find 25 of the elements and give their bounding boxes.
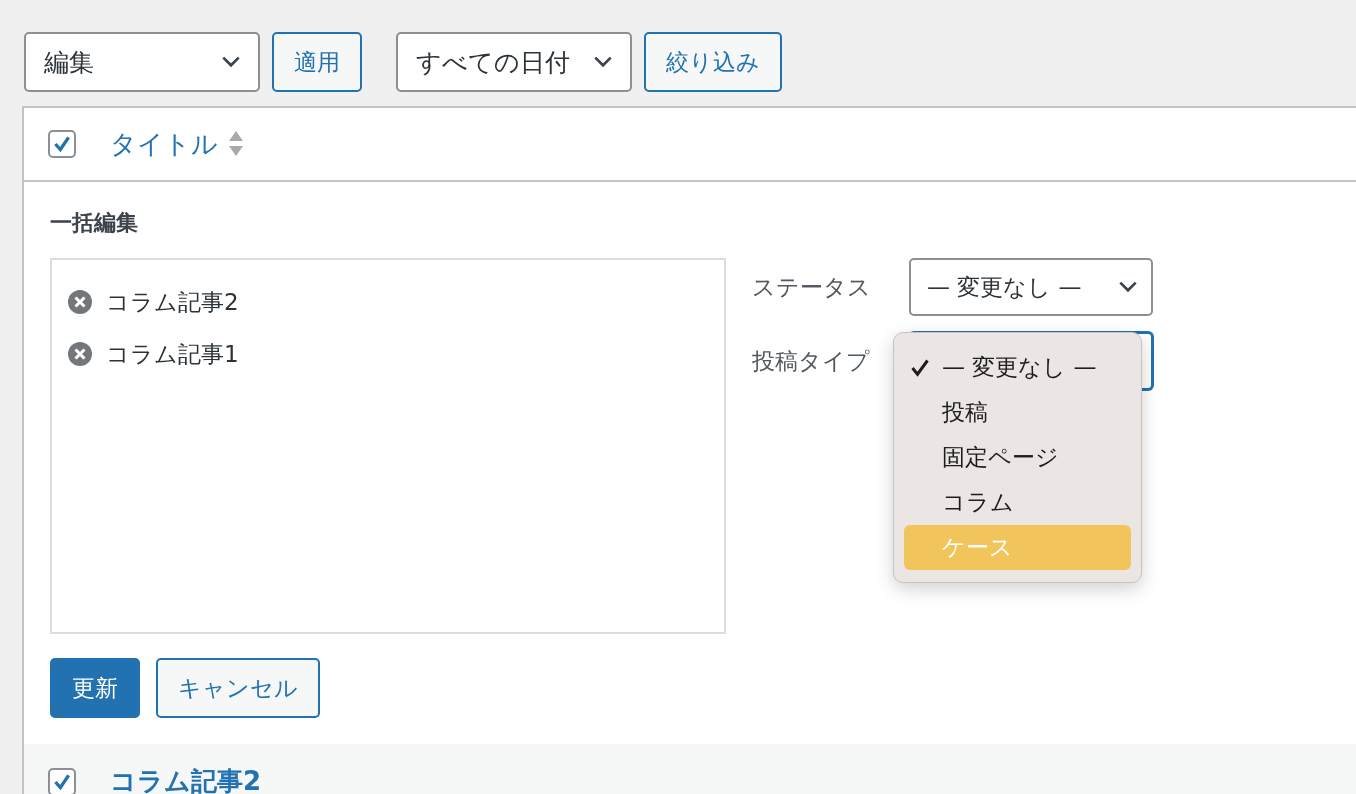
post-title: コラム記事2	[106, 287, 239, 317]
remove-icon[interactable]	[68, 342, 92, 366]
filter-button[interactable]: 絞り込み	[644, 32, 782, 92]
dropdown-option[interactable]: 投稿	[904, 390, 1131, 435]
post-type-label: 投稿タイプ	[752, 346, 871, 376]
select-all-checkbox[interactable]	[48, 130, 76, 158]
title-column-sort-link[interactable]: タイトル	[110, 126, 218, 162]
apply-button[interactable]: 適用	[272, 32, 362, 92]
dropdown-option[interactable]: コラム	[904, 480, 1131, 525]
dropdown-option[interactable]: — 変更なし —	[904, 345, 1131, 390]
chevron-down-icon	[592, 55, 614, 69]
date-filter-select[interactable]: すべての日付	[396, 32, 632, 92]
cancel-button[interactable]: キャンセル	[156, 658, 320, 718]
status-select[interactable]: — 変更なし —	[909, 258, 1153, 316]
update-button[interactable]: 更新	[50, 658, 140, 718]
dropdown-option[interactable]: 固定ページ	[904, 435, 1131, 480]
post-title-link[interactable]: コラム記事2	[110, 764, 262, 794]
status-label: ステータス	[752, 272, 872, 302]
row-checkbox[interactable]	[48, 768, 76, 794]
bulk-edit-heading: 一括編集	[50, 209, 139, 237]
post-title: コラム記事1	[106, 339, 239, 369]
chevron-down-icon	[220, 55, 242, 69]
bulk-action-select[interactable]: 編集	[24, 32, 260, 92]
chevron-down-icon	[1117, 280, 1139, 294]
remove-icon[interactable]	[68, 290, 92, 314]
